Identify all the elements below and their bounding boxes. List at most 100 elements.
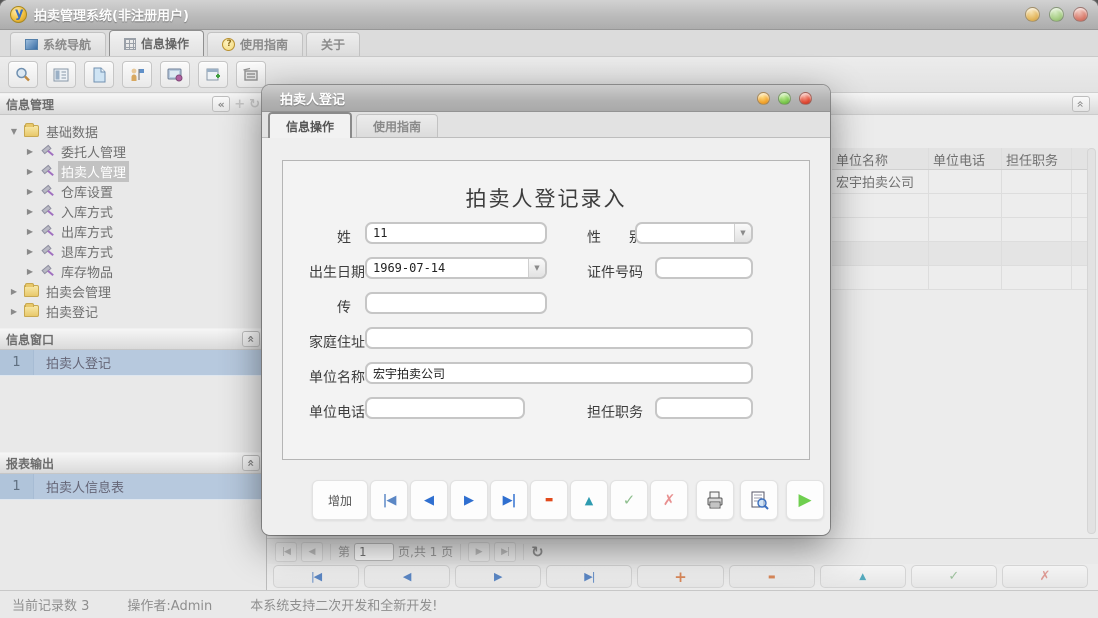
minimize-button[interactable] bbox=[1025, 7, 1040, 22]
page-label-suffix: 页,共 1 页 bbox=[398, 543, 453, 560]
table-row[interactable] bbox=[832, 218, 1088, 242]
tree-item-outbound-method[interactable]: ▶ 出库方式 bbox=[8, 221, 266, 241]
tab-info-operation[interactable]: 信息操作 bbox=[109, 30, 204, 56]
collapsed-arrow-icon[interactable]: ▶ bbox=[8, 287, 20, 296]
edit-record-button[interactable]: ▲ bbox=[570, 480, 608, 520]
dialog-maximize-button[interactable] bbox=[778, 92, 791, 105]
dialog-title: 拍卖人登记 bbox=[280, 89, 345, 108]
table-row[interactable] bbox=[832, 266, 1088, 290]
duty-field[interactable] bbox=[655, 397, 753, 419]
collapsed-arrow-icon[interactable]: ▶ bbox=[24, 227, 36, 236]
search-button[interactable] bbox=[8, 61, 38, 88]
grid-icon bbox=[124, 38, 136, 50]
window-add-button[interactable] bbox=[198, 61, 228, 88]
user-button[interactable] bbox=[122, 61, 152, 88]
dialog-close-button[interactable] bbox=[799, 92, 812, 105]
vertical-scrollbar[interactable] bbox=[1087, 148, 1096, 534]
info-management-header: 信息管理 « + ↻ bbox=[0, 93, 266, 115]
tree-item-inventory-items[interactable]: ▶ 库存物品 bbox=[8, 261, 266, 281]
print-button[interactable] bbox=[696, 480, 734, 520]
name-field[interactable] bbox=[365, 222, 547, 244]
tree-item-auction-registration[interactable]: ▶ 拍卖登记 bbox=[8, 301, 266, 321]
run-button[interactable]: ▶ bbox=[786, 480, 824, 520]
column-header-phone[interactable]: 单位电话 bbox=[929, 148, 1002, 169]
last-page-button[interactable]: ▶| bbox=[494, 542, 516, 562]
tree-item-base-data[interactable]: ▼ 基础数据 bbox=[8, 121, 266, 141]
cancel-button[interactable]: ✗ bbox=[650, 480, 688, 520]
collapsed-arrow-icon[interactable]: ▶ bbox=[24, 167, 36, 176]
birthdate-select[interactable] bbox=[365, 257, 547, 279]
delete-record-button[interactable]: ▬ bbox=[530, 480, 568, 520]
column-header-duty[interactable]: 担任职务 bbox=[1002, 148, 1072, 169]
edit-record-button[interactable]: ▲ bbox=[820, 565, 906, 588]
id-number-label: 证件号码 bbox=[587, 262, 643, 282]
first-record-button[interactable]: |◀ bbox=[370, 480, 408, 520]
home-address-field[interactable] bbox=[365, 327, 753, 349]
document-button[interactable] bbox=[84, 61, 114, 88]
confirm-button[interactable]: ✓ bbox=[911, 565, 997, 588]
collapse-panel-button[interactable] bbox=[236, 61, 266, 88]
id-number-field[interactable] bbox=[655, 257, 753, 279]
collapsed-arrow-icon[interactable]: ▶ bbox=[24, 147, 36, 156]
column-header-company[interactable]: 单位名称 bbox=[832, 148, 929, 169]
tab-user-guide[interactable]: 使用指南 bbox=[207, 32, 303, 56]
tree-item-auction-mgmt[interactable]: ▶ 拍卖会管理 bbox=[8, 281, 266, 301]
expanded-arrow-icon[interactable]: ▼ bbox=[8, 127, 20, 136]
first-page-button[interactable]: |◀ bbox=[275, 542, 297, 562]
tab-system-nav[interactable]: 系统导航 bbox=[10, 32, 106, 56]
next-page-button[interactable]: ▶ bbox=[468, 542, 490, 562]
collapsed-arrow-icon[interactable]: ▶ bbox=[8, 307, 20, 316]
monitor-button[interactable] bbox=[160, 61, 190, 88]
cancel-button[interactable]: ✗ bbox=[1002, 565, 1088, 588]
collapse-up-button[interactable]: « bbox=[242, 331, 260, 347]
prev-record-button[interactable]: ◀ bbox=[364, 565, 450, 588]
list-item-auctioneer-registration[interactable]: 1 拍卖人登记 bbox=[0, 350, 266, 376]
add-button[interactable]: 增加 bbox=[312, 480, 368, 520]
dialog-tab-user-guide[interactable]: 使用指南 bbox=[356, 114, 438, 137]
prev-record-button[interactable]: ◀ bbox=[410, 480, 448, 520]
first-record-button[interactable]: |◀ bbox=[273, 565, 359, 588]
tree-item-return-method[interactable]: ▶ 退库方式 bbox=[8, 241, 266, 261]
maximize-button[interactable] bbox=[1049, 7, 1064, 22]
dialog-minimize-button[interactable] bbox=[757, 92, 770, 105]
confirm-button[interactable]: ✓ bbox=[610, 480, 648, 520]
page-number-input[interactable] bbox=[354, 543, 394, 561]
collapsed-arrow-icon[interactable]: ▶ bbox=[24, 267, 36, 276]
collapse-up-button[interactable]: « bbox=[1072, 96, 1090, 112]
prev-page-button[interactable]: ◀ bbox=[301, 542, 323, 562]
collapse-sidebar-button[interactable]: « bbox=[212, 96, 230, 112]
next-record-button[interactable]: ▶ bbox=[455, 565, 541, 588]
close-button[interactable] bbox=[1073, 7, 1088, 22]
tree-item-auctioneer-mgmt[interactable]: ▶ 拍卖人管理 bbox=[8, 161, 266, 181]
tree-item-inbound-method[interactable]: ▶ 入库方式 bbox=[8, 201, 266, 221]
birthdate-dropdown-icon[interactable]: ▼ bbox=[528, 259, 545, 277]
form-button[interactable] bbox=[46, 61, 76, 88]
collapse-up-button[interactable]: « bbox=[242, 455, 260, 471]
company-name-field[interactable] bbox=[365, 362, 753, 384]
last-record-button[interactable]: ▶| bbox=[490, 480, 528, 520]
info-windows-list: 1 拍卖人登记 bbox=[0, 350, 266, 452]
print-preview-icon bbox=[749, 490, 769, 510]
tab-about[interactable]: 关于 bbox=[306, 32, 360, 56]
collapsed-arrow-icon[interactable]: ▶ bbox=[24, 207, 36, 216]
refresh-icon: ↻ bbox=[249, 97, 260, 112]
table-row[interactable] bbox=[832, 194, 1088, 218]
collapsed-arrow-icon[interactable]: ▶ bbox=[24, 247, 36, 256]
company-phone-field[interactable] bbox=[365, 397, 525, 419]
window-title: 拍卖管理系统(非注册用户) bbox=[34, 5, 189, 24]
gender-dropdown-icon[interactable]: ▼ bbox=[734, 224, 751, 242]
next-record-button[interactable]: ▶ bbox=[450, 480, 488, 520]
print-preview-button[interactable] bbox=[740, 480, 778, 520]
dialog-tab-info-operation[interactable]: 信息操作 bbox=[268, 112, 352, 138]
tree-item-warehouse-setup[interactable]: ▶ 仓库设置 bbox=[8, 181, 266, 201]
last-record-button[interactable]: ▶| bbox=[546, 565, 632, 588]
collapsed-arrow-icon[interactable]: ▶ bbox=[24, 187, 36, 196]
refresh-icon[interactable]: ↻ bbox=[531, 543, 544, 561]
delete-record-button[interactable]: ▬ bbox=[729, 565, 815, 588]
list-item-auctioneer-report[interactable]: 1 拍卖人信息表 bbox=[0, 474, 266, 500]
add-record-button[interactable]: + bbox=[637, 565, 723, 588]
table-row[interactable] bbox=[832, 242, 1088, 266]
table-row[interactable]: 宏宇拍卖公司 bbox=[832, 170, 1088, 194]
tree-item-consignor-mgmt[interactable]: ▶ 委托人管理 bbox=[8, 141, 266, 161]
fax-field[interactable] bbox=[365, 292, 547, 314]
